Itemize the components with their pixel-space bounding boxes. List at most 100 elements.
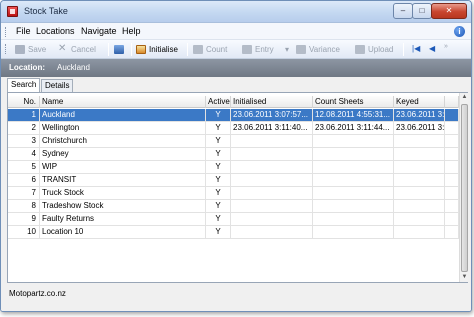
table-row[interactable]: 5 WIP Y bbox=[8, 161, 459, 174]
cell-keyed[interactable] bbox=[394, 161, 445, 174]
cell-extra[interactable] bbox=[445, 187, 459, 200]
cell-active[interactable]: Y bbox=[206, 213, 231, 226]
cell-count-sheets[interactable] bbox=[313, 213, 394, 226]
cell-initialised[interactable] bbox=[231, 148, 313, 161]
cell-no[interactable]: 10 bbox=[8, 226, 40, 239]
minimize-button[interactable]: – bbox=[393, 3, 413, 19]
cell-extra[interactable] bbox=[445, 213, 459, 226]
cell-active[interactable]: Y bbox=[206, 122, 231, 135]
initialise-button[interactable]: Initialise bbox=[135, 43, 178, 56]
cell-no[interactable]: 9 bbox=[8, 213, 40, 226]
cell-name[interactable]: Auckland bbox=[40, 109, 206, 122]
table-row[interactable]: 1 Auckland Y 23.06.2011 3:07:57... 12.08.201… bbox=[8, 109, 459, 122]
cell-name[interactable]: Faulty Returns bbox=[40, 213, 206, 226]
menu-file[interactable]: File bbox=[16, 26, 31, 36]
cell-keyed[interactable] bbox=[394, 148, 445, 161]
cell-name[interactable]: Christchurch bbox=[40, 135, 206, 148]
column-header-initialised[interactable]: Initialised bbox=[231, 96, 313, 108]
cell-active[interactable]: Y bbox=[206, 148, 231, 161]
cell-extra[interactable] bbox=[445, 109, 459, 122]
cell-initialised[interactable] bbox=[231, 226, 313, 239]
cell-count-sheets[interactable] bbox=[313, 187, 394, 200]
scroll-down-icon[interactable]: ▼ bbox=[460, 273, 469, 282]
cell-initialised[interactable] bbox=[231, 187, 313, 200]
column-header-no[interactable]: No. bbox=[8, 96, 40, 108]
first-record-icon[interactable]: |◀ bbox=[412, 44, 420, 53]
cell-active[interactable]: Y bbox=[206, 187, 231, 200]
cell-extra[interactable] bbox=[445, 174, 459, 187]
cancel-button[interactable]: ✕ Cancel bbox=[57, 43, 96, 56]
cell-count-sheets[interactable] bbox=[313, 226, 394, 239]
cell-extra[interactable] bbox=[445, 148, 459, 161]
cell-keyed[interactable] bbox=[394, 213, 445, 226]
cell-name[interactable]: TRANSIT bbox=[40, 174, 206, 187]
info-icon[interactable]: i bbox=[454, 26, 465, 37]
close-button[interactable]: ✕ bbox=[431, 3, 467, 19]
column-header-active[interactable]: Active bbox=[206, 96, 231, 108]
cell-extra[interactable] bbox=[445, 161, 459, 174]
table-row[interactable]: 3 Christchurch Y bbox=[8, 135, 459, 148]
cell-name[interactable]: WIP bbox=[40, 161, 206, 174]
menu-navigate[interactable]: Navigate bbox=[81, 26, 117, 36]
cell-name[interactable]: Sydney bbox=[40, 148, 206, 161]
cell-initialised[interactable] bbox=[231, 174, 313, 187]
menu-locations[interactable]: Locations bbox=[36, 26, 75, 36]
cell-initialised[interactable]: 23.06.2011 3:07:57... bbox=[231, 109, 313, 122]
table-row[interactable]: 8 Tradeshow Stock Y bbox=[8, 200, 459, 213]
cell-active[interactable]: Y bbox=[206, 226, 231, 239]
vertical-scrollbar[interactable]: ▲ ▼ bbox=[459, 93, 468, 282]
previous-record-icon[interactable]: ◀ bbox=[429, 44, 435, 53]
cell-active[interactable]: Y bbox=[206, 200, 231, 213]
maximize-button[interactable]: □ bbox=[412, 3, 432, 19]
cell-count-sheets[interactable] bbox=[313, 148, 394, 161]
cell-active[interactable]: Y bbox=[206, 135, 231, 148]
cell-active[interactable]: Y bbox=[206, 161, 231, 174]
cell-no[interactable]: 1 bbox=[8, 109, 40, 122]
cell-extra[interactable] bbox=[445, 226, 459, 239]
cell-initialised[interactable] bbox=[231, 213, 313, 226]
table-row[interactable]: 4 Sydney Y bbox=[8, 148, 459, 161]
cell-no[interactable]: 7 bbox=[8, 187, 40, 200]
column-header-extra[interactable] bbox=[445, 96, 459, 108]
entry-button[interactable]: Entry bbox=[241, 43, 274, 56]
cell-no[interactable]: 6 bbox=[8, 174, 40, 187]
table-row[interactable]: 10 Location 10 Y bbox=[8, 226, 459, 239]
cell-extra[interactable] bbox=[445, 200, 459, 213]
cell-keyed[interactable] bbox=[394, 226, 445, 239]
cell-no[interactable]: 2 bbox=[8, 122, 40, 135]
table-row[interactable]: 2 Wellington Y 23.06.2011 3:11:40... 23.06.2… bbox=[8, 122, 459, 135]
cell-keyed[interactable] bbox=[394, 187, 445, 200]
more-icon[interactable]: » bbox=[444, 43, 448, 50]
cell-active[interactable]: Y bbox=[206, 174, 231, 187]
cell-extra[interactable] bbox=[445, 135, 459, 148]
table-row[interactable]: 9 Faulty Returns Y bbox=[8, 213, 459, 226]
cell-name[interactable]: Tradeshow Stock bbox=[40, 200, 206, 213]
cell-initialised[interactable] bbox=[231, 135, 313, 148]
cell-count-sheets[interactable]: 12.08.2011 4:55:31... bbox=[313, 109, 394, 122]
table-row[interactable]: 6 TRANSIT Y bbox=[8, 174, 459, 187]
scroll-thumb[interactable] bbox=[461, 104, 468, 272]
cell-keyed[interactable]: 23.06.2011 3:0 bbox=[394, 109, 445, 122]
column-header-count-sheets[interactable]: Count Sheets bbox=[313, 96, 394, 108]
cell-keyed[interactable]: 23.06.2011 3:1 bbox=[394, 122, 445, 135]
cell-keyed[interactable] bbox=[394, 200, 445, 213]
entry-dropdown[interactable]: ▾ bbox=[285, 43, 289, 56]
cell-no[interactable]: 3 bbox=[8, 135, 40, 148]
title-bar[interactable]: Stock Take – □ ✕ bbox=[1, 1, 471, 23]
tools-button[interactable] bbox=[113, 43, 125, 56]
cell-initialised[interactable] bbox=[231, 200, 313, 213]
table-row[interactable]: 7 Truck Stock Y bbox=[8, 187, 459, 200]
cell-count-sheets[interactable]: 23.06.2011 3:11:44... bbox=[313, 122, 394, 135]
upload-button[interactable]: Upload bbox=[354, 43, 393, 56]
cell-initialised[interactable] bbox=[231, 161, 313, 174]
cell-count-sheets[interactable] bbox=[313, 161, 394, 174]
cell-active[interactable]: Y bbox=[206, 109, 231, 122]
cell-count-sheets[interactable] bbox=[313, 174, 394, 187]
count-button[interactable]: Count bbox=[192, 43, 227, 56]
cell-extra[interactable] bbox=[445, 122, 459, 135]
cell-name[interactable]: Location 10 bbox=[40, 226, 206, 239]
variance-button[interactable]: Variance bbox=[295, 43, 340, 56]
column-header-name[interactable]: Name bbox=[40, 96, 206, 108]
menu-help[interactable]: Help bbox=[122, 26, 141, 36]
cell-count-sheets[interactable] bbox=[313, 135, 394, 148]
